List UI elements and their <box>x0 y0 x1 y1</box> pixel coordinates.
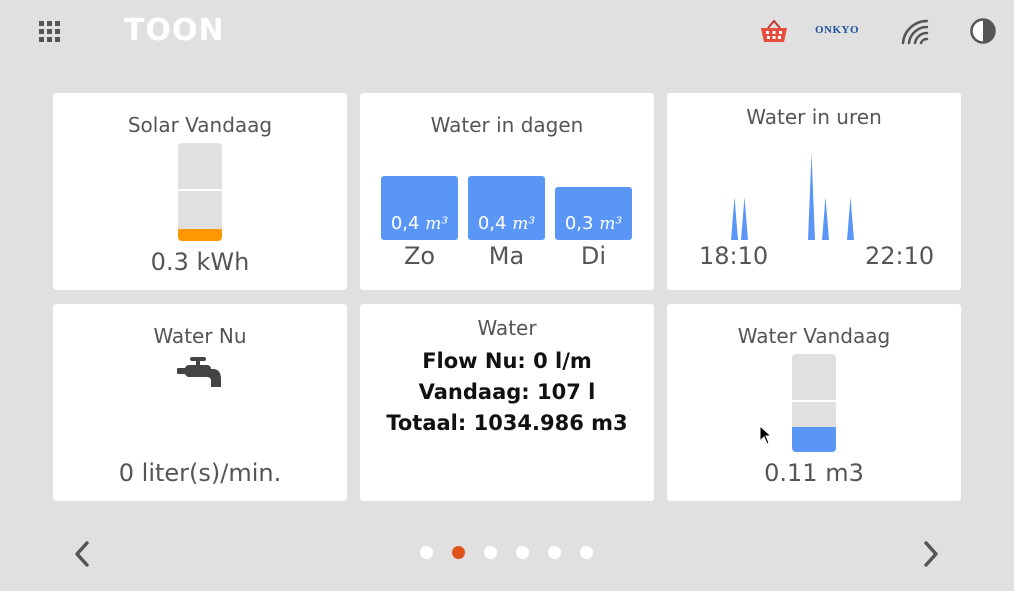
solar-today-tile[interactable]: Solar Vandaag 0.3 kWh <box>53 93 347 290</box>
water-today-total: Vandaag: 107 l <box>418 380 596 404</box>
water-now-tile[interactable]: Water Nu 0 liter(s)/min. <box>53 304 347 501</box>
hour-spike <box>731 197 738 240</box>
day-label-di: Di <box>580 242 607 270</box>
onkyo-logo[interactable]: ONKYO <box>815 24 859 36</box>
day-label-zo: Zo <box>403 242 436 270</box>
page-dot-1[interactable] <box>420 546 433 559</box>
water-now-value: 0 liter(s)/min. <box>118 459 282 487</box>
basket-icon[interactable] <box>759 18 789 44</box>
previous-page-arrow-icon[interactable] <box>71 539 93 569</box>
mouse-cursor-icon <box>759 425 773 445</box>
water-today-tile[interactable]: Water Vandaag 0.11 m3 <box>667 304 961 501</box>
water-summary-tile[interactable]: Water Flow Nu: 0 l/m Vandaag: 107 l Tota… <box>360 304 654 501</box>
water-today-title: Water Vandaag <box>737 324 891 348</box>
hours-start-time: 18:10 <box>699 242 769 270</box>
water-today-level-fill <box>792 427 836 452</box>
apps-grid-icon[interactable] <box>39 21 61 43</box>
solar-today-value: 0.3 kWh <box>150 248 250 276</box>
solar-level-fill <box>178 229 222 241</box>
page-dot-4[interactable] <box>516 546 529 559</box>
water-now-title: Water Nu <box>153 324 247 348</box>
day-bar-di: 0,3 m³ <box>555 187 632 240</box>
page-dot-3[interactable] <box>484 546 497 559</box>
app-logo: TOON <box>124 13 225 48</box>
water-today-value: 0.11 m3 <box>764 459 864 487</box>
hours-end-time: 22:10 <box>865 242 935 270</box>
solar-level-bar <box>178 143 222 241</box>
water-hours-tile[interactable]: Water in uren 18:10 22:10 <box>667 93 961 290</box>
top-bar: TOON ONKYO <box>0 0 1014 64</box>
hour-spike <box>741 197 748 240</box>
day-bar-value: 0,4 <box>390 213 420 234</box>
day-bar-value: 0,4 <box>477 213 507 234</box>
next-page-arrow-icon[interactable] <box>920 539 942 569</box>
hour-spike <box>808 153 815 240</box>
hour-spike <box>822 197 829 240</box>
day-bar-ma: 0,4 m³ <box>468 176 545 240</box>
water-summary-title: Water <box>477 316 537 340</box>
water-days-title: Water in dagen <box>430 113 584 137</box>
day-bar-zo: 0,4 m³ <box>381 176 458 240</box>
page-dot-6[interactable] <box>580 546 593 559</box>
day-bar-unit: m³ <box>512 214 536 234</box>
contrast-icon[interactable] <box>969 17 997 45</box>
page-dot-5[interactable] <box>548 546 561 559</box>
day-bar-unit: m³ <box>425 214 449 234</box>
water-tap-icon <box>177 357 221 387</box>
day-bar-unit: m³ <box>599 214 623 234</box>
water-days-tile[interactable]: Water in dagen 0,4 m³ 0,4 m³ 0,3 m³ Zo M… <box>360 93 654 290</box>
day-bar-value: 0,3 <box>564 213 594 234</box>
page-dot-2[interactable] <box>452 546 465 559</box>
hour-spike <box>847 197 854 240</box>
solar-today-title: Solar Vandaag <box>127 113 273 137</box>
water-flow-now: Flow Nu: 0 l/m <box>422 349 592 373</box>
wifi-icon[interactable] <box>900 17 930 45</box>
water-today-level-bar <box>792 354 836 452</box>
water-meter-total: Totaal: 1034.986 m3 <box>386 411 628 435</box>
day-label-ma: Ma <box>488 242 525 270</box>
